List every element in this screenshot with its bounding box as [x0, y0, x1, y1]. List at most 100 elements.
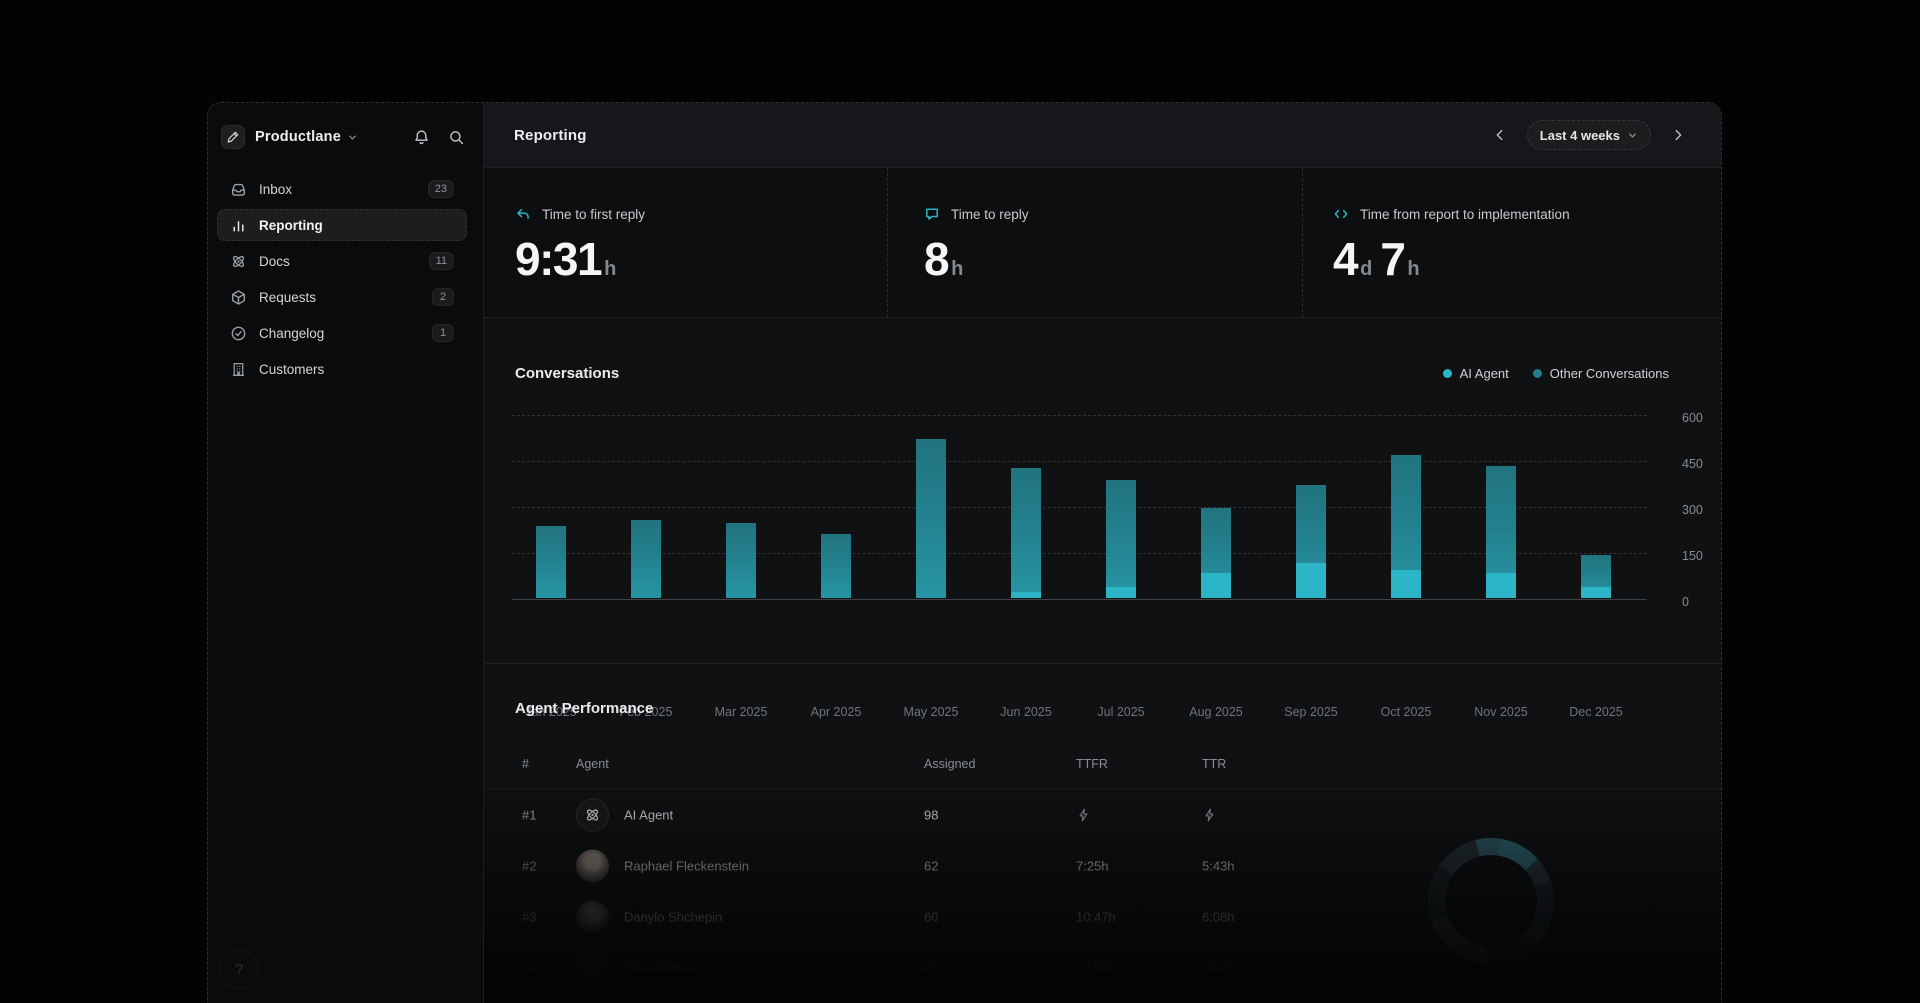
circle-check-icon [230, 325, 247, 342]
ttfr-cell: 12:56h [1076, 961, 1116, 976]
bar-may-2025[interactable] [916, 439, 946, 598]
assigned-cell: 98 [924, 808, 938, 823]
bar-jul-2025[interactable] [1106, 480, 1136, 598]
ai-agent-segment [1486, 573, 1516, 598]
workspace-switcher[interactable]: Productlane [208, 103, 483, 149]
sidebar: Productlane Inbox 23 Reporting Docs 11 Reques… [208, 103, 483, 1003]
legend-item[interactable]: Other Conversations [1533, 366, 1669, 381]
ttfr-cell: 10:47h [1076, 910, 1116, 925]
ttr-cell: 6:08h [1202, 910, 1235, 925]
screen: Productlane Inbox 23 Reporting Docs 11 Reques… [0, 0, 1920, 1003]
stat-card: Time to reply8h [887, 168, 1302, 317]
workspace-name: Productlane [255, 129, 341, 145]
bar-jun-2025[interactable] [1011, 468, 1041, 598]
chat-bubble-icon [924, 206, 940, 222]
prev-period-button[interactable] [1487, 122, 1513, 148]
legend-label: Other Conversations [1550, 366, 1669, 381]
stat-unit: h [1407, 258, 1419, 281]
code-brackets-icon [1333, 206, 1349, 222]
table-header-row: #AgentAssignedTTFRTTR [484, 739, 1721, 789]
ai-agent-segment [1201, 573, 1231, 598]
agent-name: Raphael Fleckenstein [624, 859, 749, 874]
chart-legend: AI Agent Other Conversations [1443, 366, 1669, 381]
bar-mar-2025[interactable] [726, 523, 756, 598]
ttr-cell: 5:43h [1202, 859, 1235, 874]
help-label: ? [235, 961, 243, 978]
sidebar-item-label: Docs [259, 254, 290, 269]
ttr-cell: 1d 2h [1202, 961, 1235, 976]
next-period-button[interactable] [1665, 122, 1691, 148]
bar-apr-2025[interactable] [821, 534, 851, 598]
sidebar-item-changelog[interactable]: Changelog1 [217, 317, 467, 349]
date-range-value: Last 4 weeks [1540, 128, 1620, 143]
avatar [576, 952, 609, 985]
sidebar-item-docs[interactable]: Docs 11 [217, 245, 467, 277]
ai-agent-segment [1391, 570, 1421, 598]
count-badge: 23 [428, 180, 454, 198]
bell-icon[interactable] [413, 129, 430, 146]
column-header: Agent [576, 757, 609, 771]
bar-jan-2025[interactable] [536, 526, 566, 598]
ai-agent-segment [1106, 587, 1136, 598]
inbox-icon [230, 181, 247, 198]
main-header: Reporting Last 4 weeks [484, 103, 1721, 168]
gridline [512, 415, 1647, 416]
column-header: Assigned [924, 757, 975, 771]
y-axis-tick: 0 [1682, 595, 1689, 609]
bar-feb-2025[interactable] [631, 520, 661, 598]
sidebar-item-reporting[interactable]: Reporting [217, 209, 467, 241]
ai-agent-segment [1011, 592, 1041, 598]
ai-agent-segment [1581, 587, 1611, 598]
table-row[interactable]: #4Ciro Palmieri2312:56h1d 2h [484, 942, 1721, 993]
sidebar-nav: Inbox 23 Reporting Docs 11 Requests2 Changelog… [208, 173, 483, 385]
ttfr-cell: 7:25h [1076, 859, 1109, 874]
help-button[interactable]: ? [219, 949, 259, 989]
y-axis-tick: 600 [1682, 411, 1703, 425]
sidebar-item-label: Inbox [259, 182, 292, 197]
legend-dot [1443, 369, 1452, 378]
date-range-dropdown[interactable]: Last 4 weeks [1527, 120, 1651, 150]
productlane-logo-icon [221, 125, 245, 149]
app-window: Productlane Inbox 23 Reporting Docs 11 Reques… [207, 102, 1722, 1003]
chevron-down-icon [347, 132, 358, 143]
bolt-icon [1202, 808, 1217, 823]
stat-value: 9:31 [515, 236, 601, 282]
bar-nov-2025[interactable] [1486, 466, 1516, 598]
sidebar-item-inbox[interactable]: Inbox 23 [217, 173, 467, 205]
legend-label: AI Agent [1460, 366, 1509, 381]
cube-icon [230, 289, 247, 306]
conversations-bar-chart: 6004503001500Jan 2025Feb 2025Mar 2025Apr… [512, 415, 1647, 599]
main-panel: Reporting Last 4 weeks Time to first rep… [483, 103, 1721, 1003]
rank-cell: #2 [522, 859, 536, 874]
gridline [512, 507, 1647, 508]
stat-label: Time to first reply [542, 207, 645, 222]
y-axis-tick: 300 [1682, 503, 1703, 517]
stat-value: 4 [1333, 236, 1357, 282]
sidebar-item-customers[interactable]: Customers [217, 353, 467, 385]
ttr-cell [1202, 808, 1217, 823]
sidebar-item-requests[interactable]: Requests2 [217, 281, 467, 313]
table-row[interactable]: #1 AI Agent 98 [484, 789, 1721, 840]
legend-dot [1533, 369, 1542, 378]
building-icon [230, 361, 247, 378]
bar-oct-2025[interactable] [1391, 455, 1421, 598]
bar-dec-2025[interactable] [1581, 555, 1611, 598]
atom-icon [230, 253, 247, 270]
chevron-down-icon [1627, 130, 1638, 141]
bar-aug-2025[interactable] [1201, 508, 1231, 598]
search-icon[interactable] [448, 129, 465, 146]
legend-item[interactable]: AI Agent [1443, 366, 1509, 381]
stat-value: 7 [1380, 236, 1404, 282]
rank-cell: #1 [522, 808, 536, 823]
count-badge: 11 [429, 252, 454, 270]
conversations-title: Conversations [515, 365, 619, 382]
stat-unit: h [604, 258, 616, 281]
sidebar-item-label: Customers [259, 362, 324, 377]
count-badge: 2 [432, 288, 454, 306]
stat-label: Time to reply [951, 207, 1029, 222]
donut-chart [1428, 838, 1554, 964]
bar-sep-2025[interactable] [1296, 485, 1326, 598]
gridline [512, 553, 1647, 554]
agent-name: AI Agent [624, 808, 673, 823]
assigned-cell: 60 [924, 910, 938, 925]
